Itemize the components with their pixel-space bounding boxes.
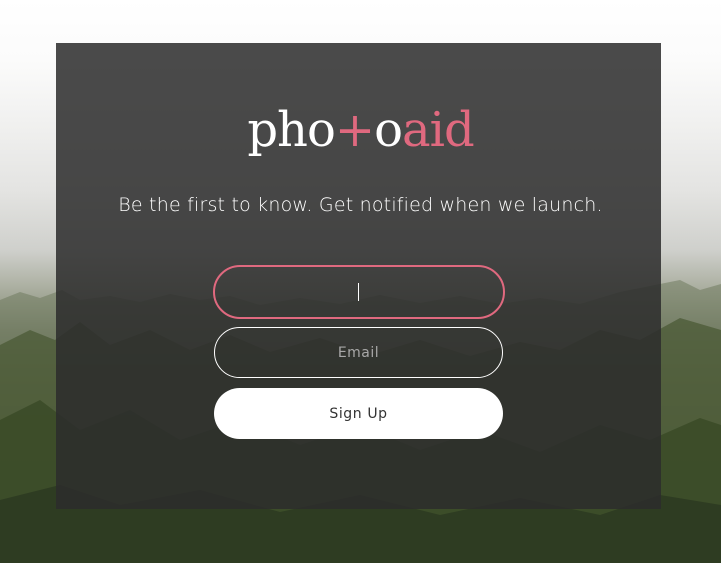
logo-plus-icon: + (334, 102, 375, 158)
text-caret (358, 283, 359, 301)
sign-up-button[interactable]: Sign Up (214, 388, 503, 439)
photoaid-logo: pho+oaid (0, 100, 721, 160)
logo-text-aid: aid (401, 102, 475, 158)
logo-text-pho: pho (247, 102, 336, 158)
landing-page: pho+oaid Be the first to know. Get notif… (0, 0, 721, 563)
logo-text-o: o (374, 102, 403, 158)
email-input[interactable] (214, 327, 503, 378)
tagline: Be the first to know. Get notified when … (118, 194, 603, 216)
name-input[interactable] (213, 265, 505, 319)
